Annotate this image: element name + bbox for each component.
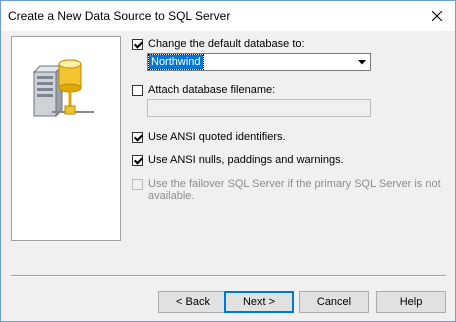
illustration-panel — [11, 36, 121, 241]
footer-divider — [11, 275, 446, 277]
window-title: Create a New Data Source to SQL Server — [8, 9, 231, 23]
failover-checkbox — [132, 179, 143, 190]
failover-label-line1: Use the failover SQL Server if the prima… — [148, 178, 441, 190]
default-db-dropdown[interactable]: Northwind — [147, 53, 371, 71]
title-bar: Create a New Data Source to SQL Server — [1, 1, 455, 31]
dropdown-arrow-button[interactable] — [354, 54, 370, 70]
close-icon — [432, 11, 442, 21]
attach-db-filename-field[interactable] — [147, 99, 371, 117]
ansi-quoted-label: Use ANSI quoted identifiers. — [148, 131, 286, 143]
change-default-db-label: Change the default database to: — [148, 38, 305, 50]
ansi-nulls-option[interactable]: Use ANSI nulls, paddings and warnings. — [132, 154, 344, 166]
failover-label-line2: available. — [148, 190, 195, 202]
change-default-db-checkbox[interactable] — [132, 38, 143, 50]
ansi-quoted-option[interactable]: Use ANSI quoted identifiers. — [132, 131, 286, 143]
failover-label: Use the failover SQL Server if the prima… — [148, 178, 441, 202]
failover-option: Use the failover SQL Server if the prima… — [132, 178, 441, 202]
ansi-nulls-label: Use ANSI nulls, paddings and warnings. — [148, 154, 344, 166]
back-button[interactable]: < Back — [158, 291, 228, 313]
chevron-down-icon — [358, 59, 366, 64]
ansi-quoted-checkbox[interactable] — [132, 131, 143, 143]
default-db-value: Northwind — [148, 54, 204, 70]
ansi-nulls-checkbox[interactable] — [132, 154, 143, 166]
help-button[interactable]: Help — [376, 291, 446, 313]
attach-db-option[interactable]: Attach database filename: — [132, 84, 275, 96]
close-button[interactable] — [419, 1, 455, 31]
next-button[interactable]: Next > — [224, 291, 294, 313]
attach-db-checkbox[interactable] — [132, 84, 143, 96]
database-server-icon — [32, 59, 94, 118]
change-default-db-option[interactable]: Change the default database to: — [132, 38, 305, 50]
attach-db-label: Attach database filename: — [148, 84, 276, 96]
cancel-button[interactable]: Cancel — [299, 291, 369, 313]
dialog-window: Create a New Data Source to SQL Server C… — [0, 0, 456, 322]
